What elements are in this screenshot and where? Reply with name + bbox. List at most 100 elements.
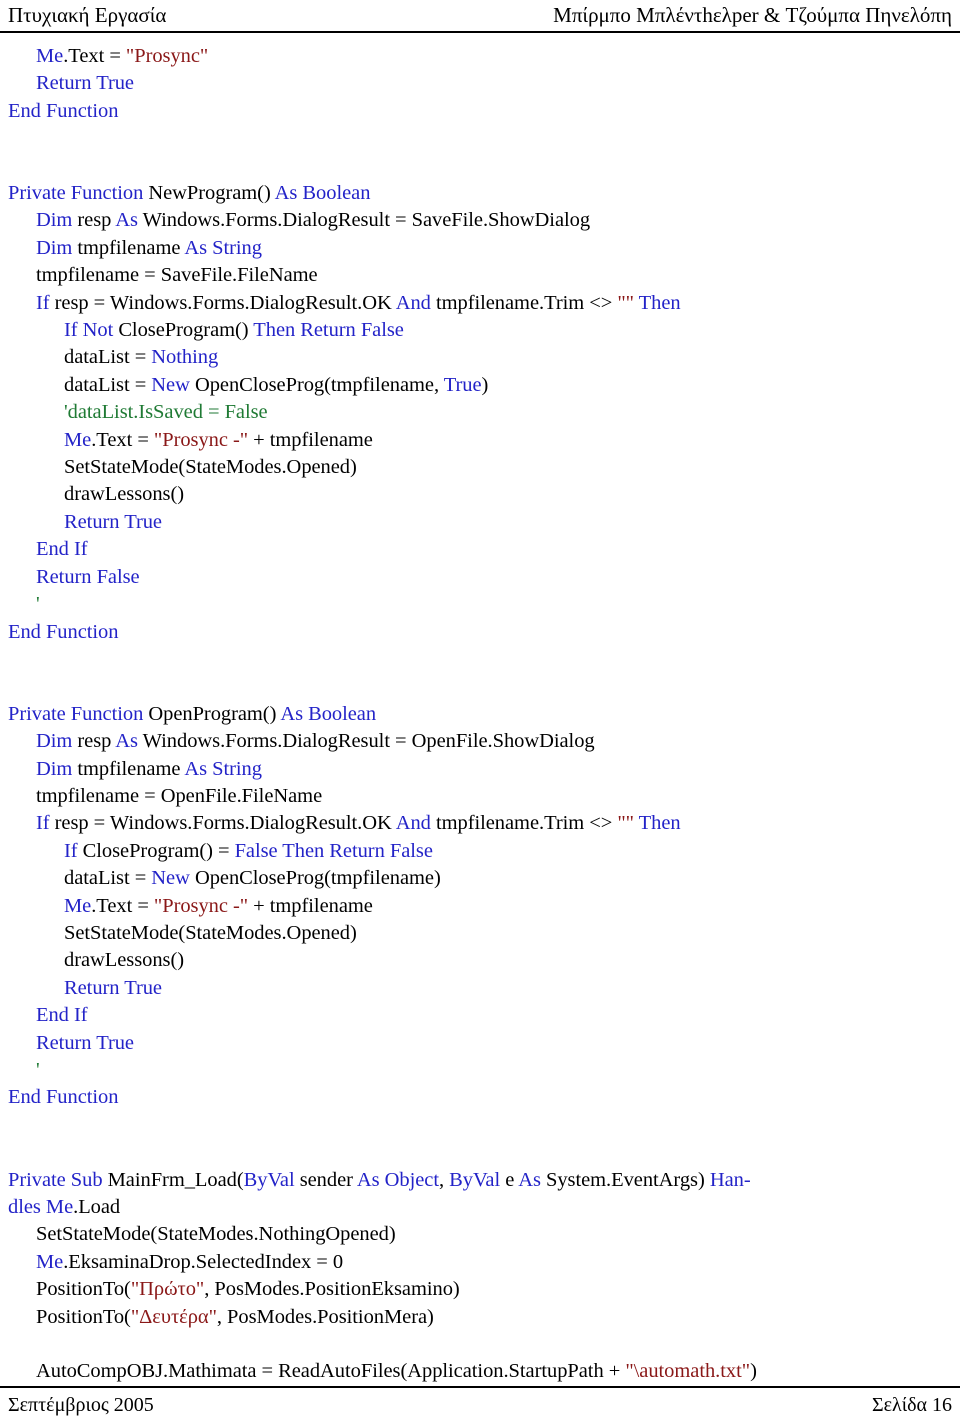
code-token-pln: sender [299,1168,357,1191]
code-line: End Function [8,98,952,125]
code-token-str: "" [617,812,639,835]
code-token-kw: Me [36,45,64,67]
code-token-kw: As [518,1168,546,1191]
code-token-pln: System.EventArgs) [545,1168,710,1191]
code-token-kw: False Then Return False [234,839,433,862]
code-token-pln: , [438,1168,450,1191]
code-token-kw: Then Return False [253,319,404,342]
code-token-pln: resp [77,730,116,753]
code-token-kw: End Function [8,99,119,122]
code-token-pln: + tmpfilename [248,428,373,451]
code-token-kw: End Function [8,620,119,643]
code-token-pln: resp [77,209,116,232]
code-token-kw: Private Sub [8,1168,108,1191]
code-token-pln: resp = Windows.Forms.DialogResult.OK [54,812,396,835]
code-line: Me.Text = "Prosync -" + tmpfilename [8,893,952,920]
code-line: PositionTo("Πρώτο", PosModes.PositionEks… [8,1276,952,1303]
code-token-str: "Πρώτο" [130,1278,205,1301]
code-line: drawLessons() [8,481,952,508]
code-token-pln: .Text = [91,428,154,451]
code-token-pln: SetStateMode(StateModes.NothingOpened) [36,1223,396,1246]
code-token-pln: OpenCloseProg(tmpfilename) [194,867,441,890]
header-right-authors: Μπίρμπο Μπλέντhελper & Τζούμπα Πηνελόπη [553,3,952,27]
code-token-kw: Private Function [8,702,149,725]
code-token-pln: Windows.Forms.DialogResult = SaveFile.Sh… [142,209,591,232]
code-token-pln: PositionTo( [36,1278,131,1301]
code-line: SetStateMode(StateModes.NothingOpened) [8,1221,952,1248]
code-token-kw: End If [36,538,88,561]
code-token-str: "Δευτέρα" [130,1305,217,1328]
code-token-kw: If Not [64,319,119,342]
code-token-kw: Han- [709,1168,751,1191]
code-token-str: "\automath.txt" [625,1360,751,1383]
code-line: Dim resp As Windows.Forms.DialogResult =… [8,207,952,234]
code-line: Private Sub MainFrm_Load(ByVal sender As… [8,1167,952,1194]
code-token-kw: If [36,812,55,835]
code-token-pln: .Text = [63,45,126,67]
code-token-kw: Private Function [8,182,149,204]
code-line: Dim resp As Windows.Forms.DialogResult =… [8,728,952,755]
code-line: dataList = Nothing [8,344,952,371]
code-token-pln: resp = Windows.Forms.DialogResult.OK [54,291,396,314]
code-token-str: "Prosync -" [153,428,249,451]
code-token-pln: + tmpfilename [248,894,373,917]
code-line: AutoCompOBJ.Mathimata = ReadAutoFiles(Ap… [8,1358,952,1385]
code-token-pln: .EksaminaDrop.SelectedIndex = 0 [63,1250,344,1273]
code-token-pln: SetStateMode(StateModes.Opened) [64,456,357,479]
code-token-kw: End If [36,1004,88,1027]
code-token-kw: Return True [36,72,134,95]
code-line: If Not CloseProgram() Then Return False [8,317,952,344]
code-token-pln: tmpfilename.Trim <> [435,291,618,314]
code-line: Return True [8,975,952,1002]
code-token-pln: tmpfilename = SaveFile.FileName [36,264,318,287]
code-token-kw: Me [36,1250,64,1273]
code-token-str: "" [617,291,639,314]
code-token-pln: , PosModes.PositionEksamino) [204,1278,460,1301]
code-token-pln: drawLessons() [64,949,185,972]
code-line: 'dataList.IsSaved = False [8,399,952,426]
code-line: Return True [8,70,952,97]
code-token-kw: As String [184,236,262,259]
code-line: Private Function OpenProgram() As Boolea… [8,701,952,728]
code-token-pln: dataList = [64,346,152,369]
code-token-kw: New [151,867,195,890]
code-line: Me.EksaminaDrop.SelectedIndex = 0 [8,1249,952,1276]
code-token-kw: Dim [36,730,78,753]
code-line: Return True [8,1030,952,1057]
footer-page-number: Σελίδα 16 [871,1393,952,1416]
code-token-kw: As [115,209,143,232]
running-footer: Σεπτέμβριος 2005 Σελίδα 16 [0,1385,960,1422]
code-token-pln: e [505,1168,519,1191]
code-token-str: "Prosync" [125,45,209,67]
code-line: ' [8,591,952,618]
code-token-kw: Me [64,894,92,917]
code-token-kw: As String [184,757,262,780]
code-token-kw: True [443,373,482,396]
code-token-pln: ) [481,373,489,396]
code-token-kw: dles Me [8,1195,74,1218]
document-page: Πτυχιακή Εργασία Μπίρμπο Μπλέντhελper & … [0,0,960,1416]
code-token-pln: PositionTo( [36,1305,131,1328]
code-token-pln: drawLessons() [64,483,185,506]
code-listing: Me.Text = "Prosync" Return True End Functi… [0,33,960,1386]
code-line: SetStateMode(StateModes.Opened) [8,454,952,481]
code-token-kw: Dim [36,209,78,232]
code-token-pln: CloseProgram() [118,319,254,342]
code-token-kw: Return False [36,565,140,588]
code-token-cmt: 'dataList.IsSaved = False [64,401,268,424]
footer-date: Σεπτέμβριος 2005 [8,1393,154,1416]
code-token-pln: , PosModes.PositionMera) [216,1305,434,1328]
code-token-str: "Prosync -" [153,894,249,917]
code-token-pln: dataList = [64,867,152,890]
code-token-kw: If [36,291,55,314]
code-token-kw: And [395,812,436,835]
code-token-kw: ByVal [449,1168,506,1191]
code-line: dles Me.Load [8,1194,952,1221]
code-token-pln: OpenCloseProg(tmpfilename, [194,373,444,396]
code-token-kw: Nothing [151,346,219,369]
code-token-pln: tmpfilename [77,236,185,259]
